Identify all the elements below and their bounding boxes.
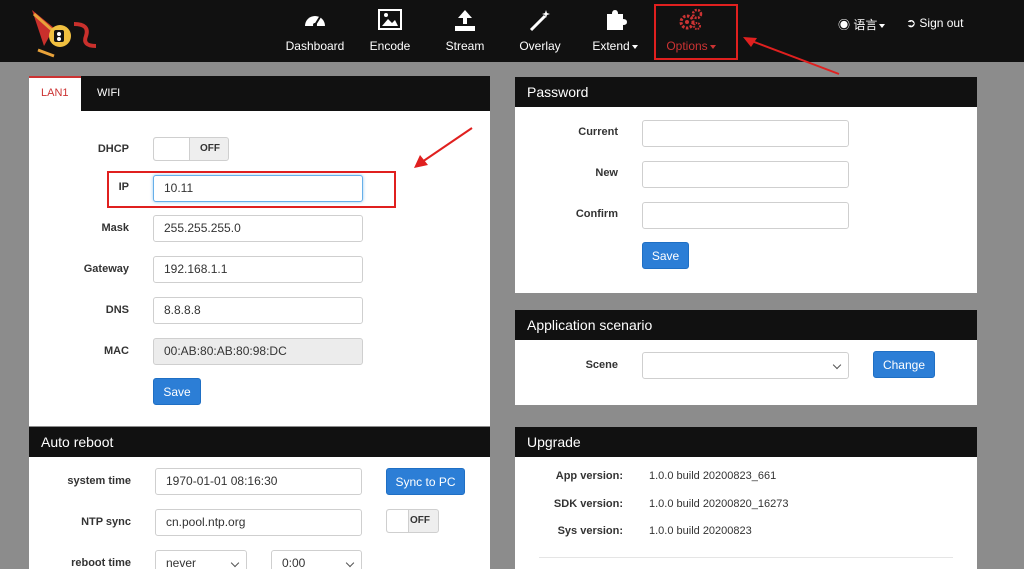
arrow-annotation-icon [743, 37, 840, 75]
dns-label: DNS [105, 304, 129, 316]
ntp-toggle[interactable]: OFF [386, 509, 439, 533]
toggle-knob [154, 138, 190, 160]
sign-out-link[interactable]: ➲ Sign out [906, 16, 963, 30]
nav-dashboard-label: Dashboard [285, 39, 345, 53]
reboot-day-select[interactable]: never [155, 550, 247, 569]
reboot-time-value: 0:00 [282, 556, 306, 569]
sync-to-pc-button[interactable]: Sync to PC [386, 468, 465, 495]
change-button[interactable]: Change [873, 351, 935, 378]
confirm-password-label: Confirm [575, 208, 618, 220]
sys-version-label: Sys version: [557, 525, 623, 537]
password-panel: Password Current New Confirm Save [515, 77, 977, 293]
reboot-time-label: reboot time [71, 557, 131, 569]
gateway-label: Gateway [83, 263, 129, 275]
app-version-label: App version: [555, 470, 623, 482]
nav-encode-label: Encode [369, 39, 411, 53]
ntp-state: OFF [410, 515, 430, 526]
auto-reboot-panel: Auto reboot system time 1970-01-01 08:16… [29, 427, 490, 569]
mask-input[interactable]: 255.255.255.0 [153, 215, 363, 242]
mask-label: Mask [101, 222, 129, 234]
chevron-down-icon [879, 23, 886, 28]
upgrade-panel: Upgrade App version: 1.0.0 build 2020082… [515, 427, 977, 569]
password-title: Password [515, 77, 977, 107]
upload-icon [455, 10, 475, 31]
confirm-password-input[interactable] [642, 202, 849, 229]
chevron-down-icon [230, 558, 240, 568]
magic-wand-icon [529, 10, 550, 32]
chevron-down-icon [631, 44, 638, 49]
sign-out-label: Sign out [919, 16, 964, 30]
network-tabs: LAN1 WIFI [29, 76, 490, 111]
sdk-version-label: SDK version: [553, 498, 623, 510]
network-save-button[interactable]: Save [153, 378, 201, 405]
current-password-label: Current [578, 126, 618, 138]
nav-overlay[interactable]: Overlay [515, 8, 565, 54]
dns-input[interactable]: 8.8.8.8 [153, 297, 363, 324]
image-icon [378, 9, 402, 30]
gateway-input[interactable]: 192.168.1.1 [153, 256, 363, 283]
scenario-panel: Application scenario Scene Change [515, 310, 977, 405]
current-password-input[interactable] [642, 120, 849, 147]
upgrade-title: Upgrade [515, 427, 977, 457]
dhcp-toggle[interactable]: OFF [153, 137, 229, 161]
tab-lan1[interactable]: LAN1 [29, 76, 81, 111]
nav-overlay-label: Overlay [519, 39, 561, 53]
ip-highlight-box [107, 171, 396, 208]
reboot-day-value: never [166, 556, 197, 569]
sign-out-icon: ➲ [906, 16, 917, 30]
toggle-knob [387, 510, 409, 532]
nav-extend-label: Extend [588, 39, 642, 53]
options-highlight-box [654, 4, 738, 60]
app-version-value: 1.0.0 build 20200823_661 [649, 470, 777, 482]
language-label: 语言 [853, 18, 878, 32]
sys-version-value: 1.0.0 build 20200823 [649, 525, 752, 537]
sdk-version-value: 1.0.0 build 20200820_16273 [649, 498, 789, 510]
brand-logo [32, 10, 97, 58]
chevron-down-icon [832, 360, 842, 370]
scene-label: Scene [585, 359, 618, 371]
nav-stream[interactable]: Stream [440, 8, 490, 54]
dashboard-icon [305, 16, 325, 27]
top-navbar: Dashboard Encode Stream Overlay Extend O… [0, 0, 1024, 62]
system-time-label: system time [67, 475, 131, 487]
nav-dashboard[interactable]: Dashboard [283, 8, 347, 54]
password-save-button[interactable]: Save [642, 242, 689, 269]
mac-input: 00:AB:80:AB:80:98:DC [153, 338, 363, 365]
new-password-label: New [595, 167, 618, 179]
nav-extend[interactable]: Extend [588, 8, 642, 54]
chevron-down-icon [345, 558, 355, 568]
language-menu[interactable]: ◉ 语言 [838, 16, 886, 33]
tab-wifi[interactable]: WIFI [85, 76, 132, 111]
puzzle-icon [607, 10, 627, 30]
ntp-server-input[interactable]: cn.pool.ntp.org [155, 509, 362, 536]
dhcp-label: DHCP [97, 143, 129, 155]
system-time-input[interactable]: 1970-01-01 08:16:30 [155, 468, 362, 495]
new-password-input[interactable] [642, 161, 849, 188]
auto-reboot-title: Auto reboot [29, 427, 490, 457]
divider [539, 557, 953, 558]
scenario-title: Application scenario [515, 310, 977, 340]
dhcp-state: OFF [200, 143, 220, 154]
ntp-sync-label: NTP sync [81, 516, 131, 528]
mac-label: MAC [103, 345, 129, 357]
reboot-time-select[interactable]: 0:00 [271, 550, 362, 569]
nav-encode[interactable]: Encode [365, 8, 415, 54]
nav-stream-label: Stream [445, 39, 485, 53]
scene-select[interactable] [642, 352, 849, 379]
arrow-annotation-icon [414, 127, 473, 168]
